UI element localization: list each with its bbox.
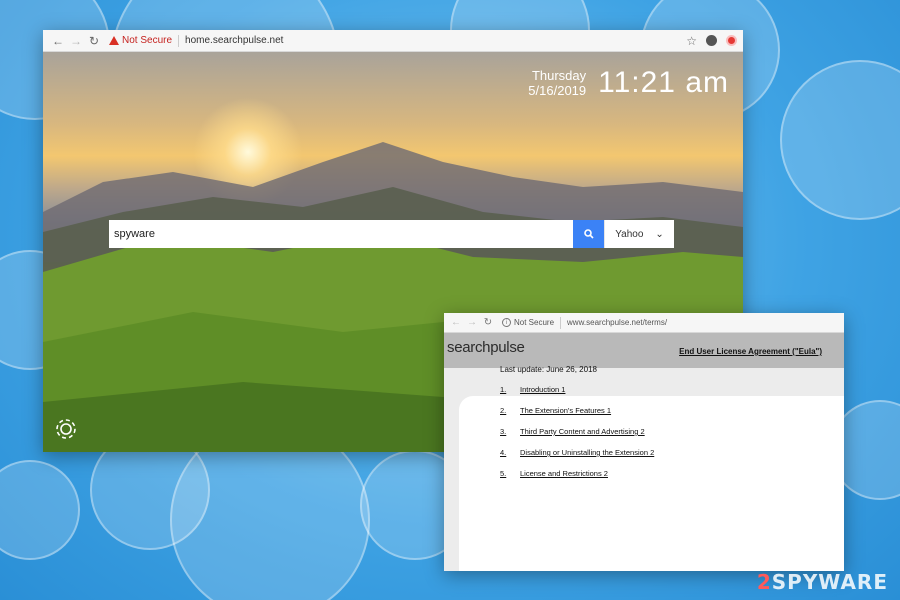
security-label: Not Secure [514,318,555,327]
toc-link[interactable]: 4. Disabling or Uninstalling the Extensio… [500,448,654,457]
time-label: 11:21 am [598,66,729,99]
back-icon[interactable]: ← [448,317,464,328]
security-indicator[interactable]: Not Secure [109,35,172,46]
address-bar[interactable]: www.searchpulse.net/terms/ [567,318,667,327]
reload-icon[interactable]: ↻ [480,317,496,328]
divider [178,34,180,47]
toc-link[interactable]: 1. Introduction 1 [500,385,654,394]
table-of-contents: 1. Introduction 1 2. The Extension's Featu… [500,385,654,490]
search-icon [583,229,594,239]
divider [560,316,562,329]
watermark-logo: 2SPYWARE [756,570,888,594]
info-icon[interactable]: i [502,318,511,327]
browser-toolbar: ← → ↻ Not Secure home.searchpulse.net ☆ [43,30,743,52]
profile-icon[interactable] [706,35,717,46]
address-bar[interactable]: home.searchpulse.net [185,35,283,46]
gear-icon[interactable] [53,416,79,442]
search-button[interactable] [573,220,604,248]
warning-icon [109,36,119,45]
toc-link[interactable]: 5. License and Restrictions 2 [500,469,654,478]
eula-title: End User License Agreement ("Eula") [679,347,822,356]
date-time-widget: Thursday 5/16/2019 11:21 am [528,66,729,100]
search-bar: Yahoo ⌄ [109,220,674,248]
bokeh-circle [780,60,900,220]
day-label: Thursday [531,68,587,83]
search-engine-select[interactable]: Yahoo ⌄ [604,220,674,248]
forward-icon[interactable]: → [67,32,85,50]
search-engine-label: Yahoo [615,228,644,240]
security-label: Not Secure [122,35,173,46]
date-label: 5/16/2019 [528,83,587,98]
toc-link[interactable]: 2. The Extension's Features 1 [500,406,654,415]
reload-icon[interactable]: ↻ [85,32,103,50]
chevron-down-icon: ⌄ [655,228,664,240]
bookmark-star-icon[interactable]: ☆ [686,34,697,48]
browser-toolbar: ← → ↻ i Not Secure www.searchpulse.net/t… [444,313,844,333]
back-icon[interactable]: ← [49,32,67,50]
last-update-text: Last update: June 26, 2018 [500,365,597,374]
browser-window-terms: ← → ↻ i Not Secure www.searchpulse.net/t… [444,313,844,571]
extension-icon[interactable] [726,35,737,46]
toc-link[interactable]: 3. Third Party Content and Advertising 2 [500,427,654,436]
site-logo[interactable]: searchpulse [447,339,525,356]
forward-icon[interactable]: → [464,317,480,328]
bokeh-circle [0,460,80,560]
search-input[interactable] [109,220,573,248]
